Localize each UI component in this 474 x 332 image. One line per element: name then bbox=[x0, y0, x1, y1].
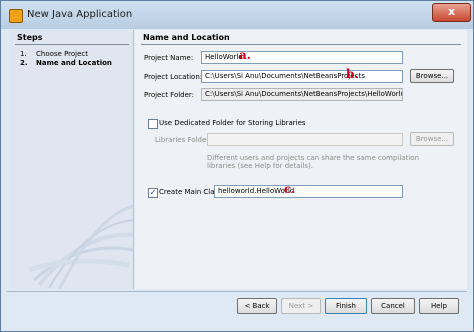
finish-button[interactable]: Finish bbox=[325, 298, 367, 314]
dedicated-folder-checkbox[interactable] bbox=[148, 119, 158, 129]
libraries-folder-input[interactable] bbox=[207, 133, 403, 146]
footer-divider bbox=[7, 291, 467, 292]
create-main-class-checkbox[interactable]: ✓ bbox=[148, 188, 158, 198]
panel-title: Name and Location bbox=[143, 33, 230, 42]
browse-libraries-button[interactable]: Browse... bbox=[410, 132, 454, 146]
back-button[interactable]: < Back bbox=[237, 298, 277, 314]
shared-libraries-note-line1: Different users and projects can share t… bbox=[207, 154, 420, 162]
step-number: 2. bbox=[20, 59, 28, 67]
shared-libraries-note-line2: libraries (see Help for details). bbox=[207, 162, 314, 170]
project-name-input[interactable]: HelloWorld bbox=[201, 51, 403, 64]
help-button[interactable]: Help bbox=[419, 298, 459, 314]
steps-title: Steps bbox=[17, 33, 43, 42]
title-bar: New Java Application x bbox=[1, 1, 473, 29]
divider bbox=[141, 44, 461, 45]
steps-panel: Steps 1. Choose Project 2. Name and Locati… bbox=[9, 30, 134, 289]
step-label: Choose Project bbox=[36, 50, 89, 58]
step-label: Name and Location bbox=[36, 59, 112, 67]
project-location-input[interactable]: C:\Users\Si Anu\Documents\NetBeansProjec… bbox=[201, 70, 403, 83]
divider bbox=[15, 44, 129, 45]
libraries-folder-label: Libraries Folder: bbox=[155, 136, 212, 144]
new-java-application-dialog: New Java Application x Steps 1. Choose Pr… bbox=[0, 0, 474, 332]
next-button[interactable]: Next > bbox=[281, 298, 321, 314]
annotation-b: b. bbox=[346, 67, 359, 81]
project-location-label: Project Location: bbox=[144, 73, 203, 81]
annotation-a: a. bbox=[239, 48, 251, 62]
name-and-location-panel: Name and Location Project Name: HelloWor… bbox=[135, 30, 467, 289]
step-name-and-location: 2. Name and Location bbox=[20, 59, 112, 67]
cancel-button[interactable]: Cancel bbox=[371, 298, 415, 314]
dedicated-folder-label: Use Dedicated Folder for Storing Librari… bbox=[159, 119, 306, 127]
create-main-class-label: Create Main Class bbox=[159, 188, 222, 196]
project-folder-label: Project Folder: bbox=[144, 91, 195, 99]
step-number: 1. bbox=[20, 50, 27, 58]
project-folder-field: C:\Users\Si Anu\Documents\NetBeansProjec… bbox=[201, 88, 403, 101]
window-title: New Java Application bbox=[27, 9, 133, 20]
close-button[interactable]: x bbox=[432, 3, 471, 22]
browse-location-button[interactable]: Browse... bbox=[410, 69, 454, 83]
step-choose-project: 1. Choose Project bbox=[20, 50, 88, 58]
netbeans-swirl-graphic bbox=[29, 204, 133, 289]
project-name-label: Project Name: bbox=[144, 54, 194, 62]
java-app-icon bbox=[9, 9, 23, 23]
main-class-input[interactable]: helloworld.HelloWorld bbox=[214, 185, 403, 198]
annotation-c: c. bbox=[284, 182, 296, 196]
